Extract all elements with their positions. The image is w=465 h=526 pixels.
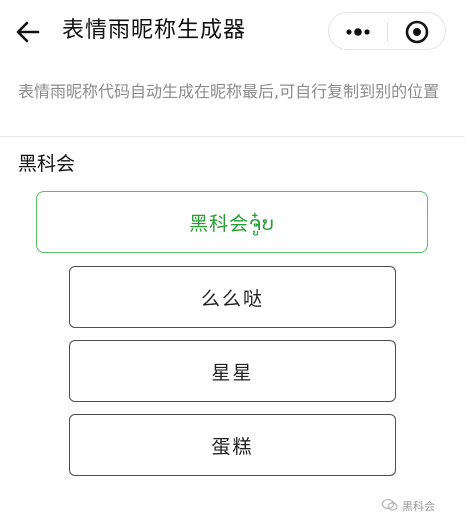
nav-bar: 表情雨昵称生成器	[0, 0, 465, 64]
close-mini-program-icon[interactable]	[388, 13, 446, 51]
back-arrow-icon[interactable]	[14, 18, 42, 46]
wechat-logo-icon	[382, 498, 398, 515]
divider	[0, 136, 465, 137]
instruction-text: 表情雨昵称代码自动生成在昵称最后,可自行复制到别的位置	[18, 82, 440, 101]
option-button-stars[interactable]: 星星	[69, 340, 396, 402]
option-button-cake[interactable]: 蛋糕	[69, 414, 396, 476]
option-button-memeda[interactable]: 么么哒	[69, 266, 396, 328]
generated-nickname-box[interactable]: 黑科会ຈູ໋ບ	[36, 191, 428, 253]
nickname-text: 黑科会	[18, 153, 76, 175]
mini-program-capsule	[328, 12, 446, 50]
watermark: 黑科会	[382, 496, 435, 516]
watermark-label: 黑科会	[402, 500, 435, 513]
page-title: 表情雨昵称生成器	[62, 18, 247, 43]
more-icon[interactable]	[329, 13, 387, 51]
